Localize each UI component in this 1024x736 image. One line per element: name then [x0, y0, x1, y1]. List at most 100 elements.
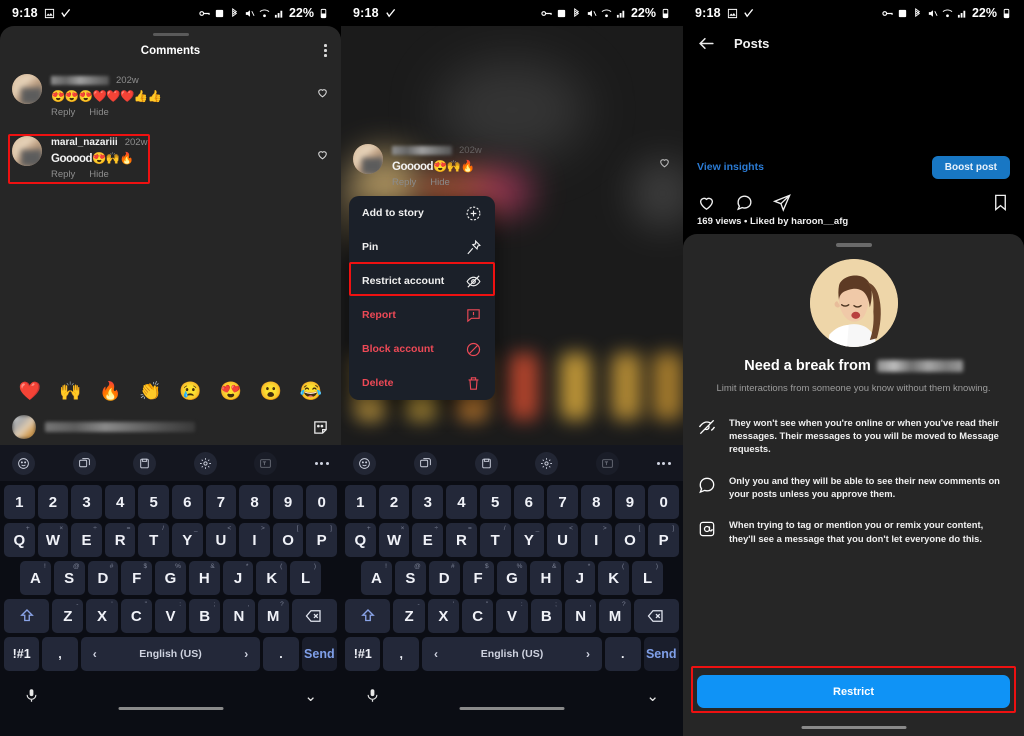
heart-icon[interactable]	[697, 193, 716, 212]
key-e[interactable]: ÷ E	[71, 523, 102, 557]
emoji-icon[interactable]	[12, 451, 35, 475]
key-6[interactable]: 6	[172, 485, 203, 519]
key-m[interactable]: ? M	[599, 599, 631, 633]
key-j[interactable]: * J	[564, 561, 596, 595]
boost-post-button[interactable]: Boost post	[931, 155, 1010, 179]
key-4[interactable]: 4	[104, 485, 136, 519]
share-icon[interactable]	[773, 193, 792, 212]
key-o[interactable]: [O	[614, 523, 646, 557]
comment-row[interactable]: 202w 😍😍😍❤️❤️❤️👍👍 Reply Hide	[0, 66, 341, 122]
key-i[interactable]: > I	[239, 523, 270, 557]
key-b[interactable]: ; B	[189, 599, 221, 633]
key-g[interactable]: % G	[155, 561, 186, 595]
key-h[interactable]: & H	[188, 561, 220, 595]
key-g[interactable]: % G	[496, 561, 528, 595]
menu-item-report[interactable]: Report	[349, 298, 495, 332]
menu-item-add-to-story[interactable]: Add to story	[349, 196, 495, 230]
shift-up-icon[interactable]	[345, 599, 391, 633]
key-n[interactable]: ,N	[223, 599, 255, 633]
back-arrow-icon[interactable]	[697, 34, 716, 53]
key-9[interactable]: 9	[272, 485, 304, 519]
comment-hide-button[interactable]: Hide	[430, 177, 450, 188]
key-4[interactable]: 4	[446, 485, 477, 519]
clipboard-icon[interactable]	[133, 451, 157, 475]
restrict-button[interactable]: Restrict	[697, 675, 1010, 708]
quick-emoji[interactable]: 😍	[219, 381, 241, 402]
prev-language-button[interactable]: ‹	[434, 647, 438, 661]
key-v[interactable]: :V	[154, 599, 187, 633]
prev-language-button[interactable]: ‹	[93, 647, 97, 661]
key-t[interactable]: / T	[138, 523, 169, 557]
key-q[interactable]: + Q	[4, 523, 35, 557]
sheet-grabber[interactable]	[835, 243, 872, 247]
key-3[interactable]: 3	[412, 485, 444, 519]
key-x[interactable]: ' X	[86, 599, 118, 633]
period-key[interactable]: .	[263, 637, 299, 671]
key-7[interactable]: 7	[547, 485, 578, 519]
heart-icon[interactable]	[316, 148, 329, 161]
bookmark-icon[interactable]	[991, 193, 1010, 212]
key-e[interactable]: ÷ E	[412, 523, 444, 557]
comment-username[interactable]: maral_nazariii	[51, 137, 118, 148]
quick-emoji[interactable]: 😢	[179, 381, 201, 402]
key-c[interactable]: " C	[462, 599, 494, 633]
key-o[interactable]: [O	[272, 523, 304, 557]
key-1[interactable]: 1	[344, 485, 376, 519]
key-y[interactable]: _ Y	[172, 523, 203, 557]
avatar[interactable]	[12, 74, 42, 104]
comment-row[interactable]: 202w Gooood😍🙌🔥 Reply Hide	[341, 136, 683, 192]
comment-hide-button[interactable]: Hide	[89, 169, 109, 180]
key-2[interactable]: 2	[378, 485, 410, 519]
emoji-icon[interactable]	[353, 451, 376, 475]
key-q[interactable]: + Q	[344, 523, 376, 557]
settings-gear-icon[interactable]	[535, 451, 559, 475]
microphone-icon[interactable]	[24, 688, 39, 703]
space-key[interactable]: ‹ English (US) ›	[421, 637, 603, 671]
key-p[interactable]: ] P	[306, 523, 337, 557]
key-z[interactable]: -Z	[52, 599, 84, 633]
key-0[interactable]: 0	[306, 485, 337, 519]
translate-icon[interactable]	[254, 451, 278, 475]
backspace-icon[interactable]	[291, 599, 338, 633]
comment-reply-button[interactable]: Reply	[51, 169, 75, 180]
space-key[interactable]: ‹ English (US) ›	[80, 637, 261, 671]
key-r[interactable]: = R	[446, 523, 477, 557]
key-6[interactable]: 6	[513, 485, 545, 519]
key-u[interactable]: < U	[547, 523, 578, 557]
key-a[interactable]: ! A	[19, 561, 51, 595]
heart-icon[interactable]	[316, 86, 329, 99]
view-insights-link[interactable]: View insights	[697, 161, 764, 173]
quick-emoji[interactable]: 🙌	[59, 381, 81, 402]
quick-emoji[interactable]: ❤️	[19, 381, 41, 402]
key-2[interactable]: 2	[37, 485, 69, 519]
gif-sticker-icon[interactable]	[413, 451, 437, 475]
quick-emoji[interactable]: 😂	[300, 381, 322, 402]
home-indicator[interactable]	[459, 706, 565, 710]
key-j[interactable]: * J	[222, 561, 254, 595]
comment-icon[interactable]	[735, 193, 754, 212]
key-z[interactable]: -Z	[393, 599, 425, 633]
key-8[interactable]: 8	[239, 485, 270, 519]
key-5[interactable]: 5	[479, 485, 511, 519]
home-indicator[interactable]	[801, 725, 906, 729]
menu-item-restrict-account[interactable]: Restrict account	[349, 264, 495, 298]
key-c[interactable]: " C	[120, 599, 152, 633]
heart-icon[interactable]	[658, 156, 671, 169]
microphone-icon[interactable]	[365, 688, 380, 703]
quick-emoji[interactable]: 🔥	[99, 381, 121, 402]
key-w[interactable]: × W	[378, 523, 410, 557]
menu-item-pin[interactable]: Pin	[349, 230, 495, 264]
key-9[interactable]: 9	[614, 485, 646, 519]
key-k[interactable]: (K	[598, 561, 630, 595]
key-0[interactable]: 0	[648, 485, 680, 519]
quick-emoji[interactable]: 😮	[260, 381, 282, 402]
gif-sticker-icon[interactable]	[72, 451, 96, 475]
menu-item-block-account[interactable]: Block account	[349, 332, 495, 366]
key-f[interactable]: $ F	[462, 561, 494, 595]
key-i[interactable]: > I	[580, 523, 612, 557]
key-y[interactable]: _ Y	[513, 523, 545, 557]
next-language-button[interactable]: ›	[586, 647, 590, 661]
key-a[interactable]: ! A	[361, 561, 392, 595]
sticker-icon[interactable]	[312, 419, 329, 436]
backspace-icon[interactable]	[633, 599, 679, 633]
